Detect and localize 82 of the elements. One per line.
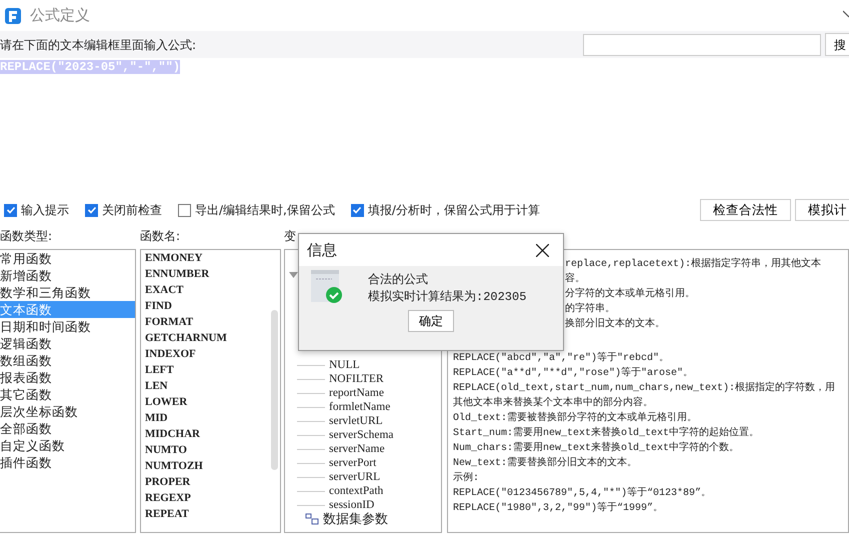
function-type-item[interactable]: 新增函数: [0, 267, 135, 284]
function-name-item[interactable]: LEFT: [145, 362, 280, 378]
simulate-button[interactable]: 模拟计: [795, 199, 849, 221]
function-name-item[interactable]: REGEXP: [145, 490, 280, 506]
search-field[interactable]: [583, 34, 821, 56]
function-name-item[interactable]: ENMONEY: [145, 250, 280, 266]
checkmark-icon: [6, 205, 16, 215]
option-checkbox[interactable]: 输入提示: [4, 201, 69, 219]
function-type-item[interactable]: 常用函数: [0, 250, 135, 267]
variable-item[interactable]: 数据集参数: [323, 512, 388, 526]
function-type-item[interactable]: 报表函数: [0, 369, 135, 386]
expand-arrow-icon[interactable]: [289, 272, 298, 278]
column-heading: 函数名:: [140, 228, 182, 245]
dataset-icon: [305, 513, 319, 525]
function-type-item[interactable]: 日期和时间函数: [0, 318, 135, 335]
function-name-item[interactable]: FIND: [145, 298, 280, 314]
help-text-line: 其他文本串来替换某个文本串中的部分内容。: [453, 396, 654, 411]
checkmark-icon: [86, 205, 96, 215]
function-type-item[interactable]: 插件函数: [0, 454, 135, 471]
prompt-label: 请在下面的文本编辑框里面输入公式:: [0, 36, 198, 54]
function-name-item[interactable]: MID: [145, 410, 280, 426]
function-name-item[interactable]: MIDCHAR: [145, 426, 280, 442]
variable-item[interactable]: NULL: [329, 358, 360, 372]
function-type-item[interactable]: 数学和三角函数: [0, 284, 135, 301]
help-text-line: REPLACE("a**d","**d","rose")等于"arose"。: [453, 366, 694, 381]
function-name-item[interactable]: NUMTOZH: [145, 458, 280, 474]
help-text-line: New_text:需要替换部分旧文本的文本。: [453, 456, 638, 471]
option-checkbox[interactable]: 导出/编辑结果时,保留公式: [178, 201, 335, 219]
function-name-item[interactable]: INDEXOF: [145, 346, 280, 362]
ok-button[interactable]: 确定: [408, 310, 454, 332]
variable-item[interactable]: serverSchema: [329, 428, 394, 442]
help-text-line: Start_num:需要用new_text来替换old_text中字符的起始位置。: [453, 426, 760, 441]
function-type-item[interactable]: 逻辑函数: [0, 335, 135, 352]
variable-item[interactable]: formletName: [329, 400, 390, 414]
option-checkbox[interactable]: 填报/分析时，保留公式用于计算: [350, 201, 540, 219]
function-type-item[interactable]: 全部函数: [0, 420, 135, 437]
variable-item[interactable]: sessionID: [329, 498, 374, 512]
function-name-item[interactable]: NUMTO: [145, 442, 280, 458]
function-type-item[interactable]: 自定义函数: [0, 437, 135, 454]
help-text-line: 容。: [565, 272, 586, 287]
variable-item[interactable]: contextPath: [329, 484, 384, 498]
help-text-line: Old_text:需要被替换部分字符的文本或单元格引用。: [453, 411, 698, 426]
option-checkbox[interactable]: 关闭前检查: [85, 201, 162, 219]
variable-item[interactable]: NOFILTER: [329, 372, 384, 386]
column-heading: 函数类型:: [0, 228, 54, 245]
variable-item[interactable]: serverURL: [329, 470, 380, 484]
scrollbar[interactable]: [271, 310, 278, 470]
search-button[interactable]: 搜: [825, 33, 849, 56]
function-name-item[interactable]: LEN: [145, 378, 280, 394]
help-text-line: Num_chars:需要用new_text来替换old_text中字符的个数。: [453, 441, 740, 456]
function-name-item[interactable]: EXACT: [145, 282, 280, 298]
help-text-line: replace,replacetext):根据指定字符串，用其他文本: [565, 257, 822, 272]
help-text-line: REPLACE("abcd","a","re")等于"rebcd"。: [453, 351, 670, 366]
function-name-item[interactable]: LOWER: [145, 394, 280, 410]
variable-item[interactable]: serverPort: [329, 456, 376, 470]
variable-item[interactable]: servletURL: [329, 414, 383, 428]
help-text-line: 分字符的文本或单元格引用。: [565, 287, 696, 302]
checkmark-icon: [352, 205, 362, 215]
variable-item[interactable]: reportName: [329, 386, 384, 400]
function-type-item[interactable]: 层次坐标函数: [0, 403, 135, 420]
success-icon: [311, 270, 342, 303]
function-name-item[interactable]: GETCHARNUM: [145, 330, 280, 346]
function-name-item[interactable]: FORMAT: [145, 314, 280, 330]
help-text-line: REPLACE(old_text,start_num,num_chars,new_text):根据指定的字符数，用: [453, 381, 836, 396]
help-text-line: REPLACE("1980",3,2,"99")等于“1999”。: [453, 501, 664, 516]
help-text-line: 示例:: [453, 471, 480, 486]
help-text-line: 换部分旧文本的文本。: [565, 317, 666, 332]
column-heading: 变: [284, 228, 296, 245]
help-text-line: REPLACE("0123456789",5,4,"*")等于“0123*89”。: [453, 486, 712, 501]
help-text-line: 的字符串。: [565, 302, 616, 317]
function-name-item[interactable]: ENNUMBER: [145, 266, 280, 282]
dialog-title: 信息: [307, 240, 338, 261]
variable-item[interactable]: serverName: [329, 442, 385, 456]
dialog-message: 合法的公式: [368, 271, 429, 288]
dialog-result: 模拟实时计算结果为:202305: [368, 289, 526, 306]
function-type-item[interactable]: 其它函数: [0, 386, 135, 403]
function-name-item[interactable]: REPEAT: [145, 506, 280, 522]
window-title: 公式定义: [30, 5, 90, 26]
function-name-item[interactable]: PROPER: [145, 474, 280, 490]
app-logo-icon: [4, 6, 22, 24]
function-type-item[interactable]: 数组函数: [0, 352, 135, 369]
check-validity-button[interactable]: 检查合法性: [700, 199, 791, 221]
